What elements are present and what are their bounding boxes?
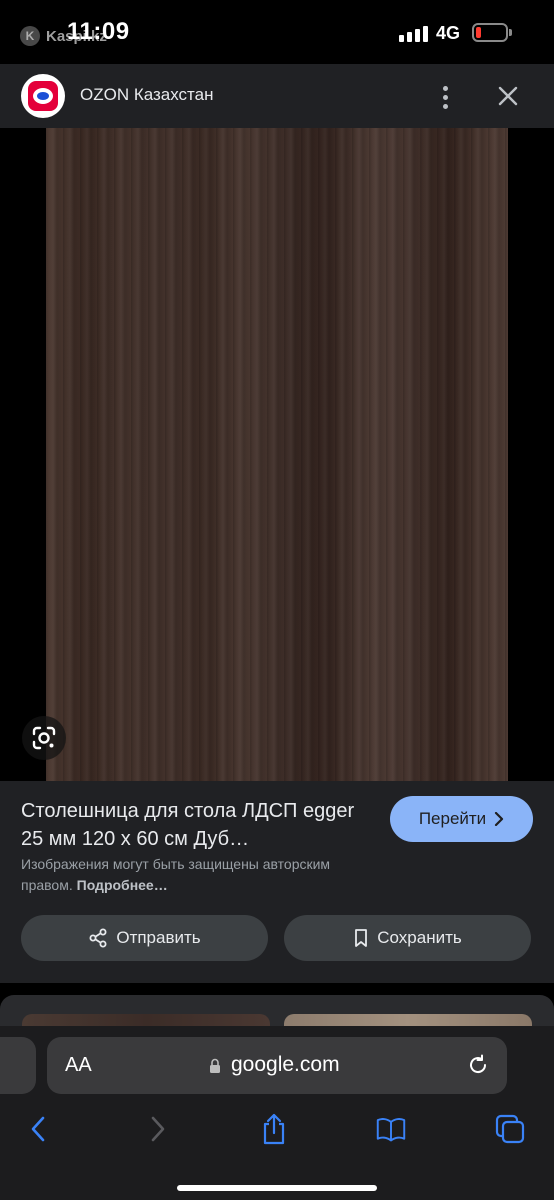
url-text[interactable]: google.com — [231, 1053, 340, 1077]
clock: 11:09 — [67, 18, 130, 45]
share-page-button[interactable] — [259, 1113, 289, 1145]
home-indicator[interactable] — [177, 1185, 377, 1191]
save-button[interactable]: Сохранить — [284, 915, 531, 961]
visit-button[interactable]: Перейти — [390, 796, 533, 842]
share-button[interactable]: Отправить — [21, 915, 268, 961]
copyright-notice: Изображения могут быть защищены авторски… — [21, 854, 381, 896]
chevron-right-icon — [151, 1116, 165, 1142]
visit-button-label: Перейти — [418, 809, 487, 828]
battery-tip — [509, 29, 512, 36]
learn-more-link[interactable]: Подробнее… — [77, 877, 168, 893]
previous-tab-bar[interactable] — [0, 1037, 36, 1094]
aa-label: AA — [65, 1054, 92, 1076]
more-options-button[interactable] — [430, 82, 460, 112]
ozon-logo-icon[interactable] — [21, 74, 65, 118]
battery-icon — [472, 23, 508, 42]
book-icon — [376, 1118, 406, 1142]
google-lens-button[interactable] — [22, 716, 66, 760]
source-title[interactable]: OZON Казахстан — [80, 85, 214, 105]
lock-icon — [210, 1058, 220, 1073]
chevron-left-icon — [31, 1116, 45, 1142]
back-button[interactable] — [23, 1114, 53, 1144]
tabs-button[interactable] — [495, 1114, 525, 1144]
share-icon — [89, 928, 107, 948]
result-info-panel: Столешница для стола ЛДСП egger 25 мм 12… — [0, 781, 554, 983]
copyright-text: Изображения могут быть защищены авторски… — [21, 856, 331, 893]
reload-icon[interactable] — [466, 1053, 490, 1077]
back-app-icon: K — [20, 26, 40, 46]
signal-strength-icon — [399, 26, 428, 42]
network-type: 4G — [436, 23, 461, 43]
address-bar[interactable]: AA google.com — [47, 1037, 507, 1094]
bookmark-icon — [355, 929, 368, 947]
page-settings-button[interactable]: AA — [65, 1054, 92, 1077]
share-up-icon — [263, 1113, 285, 1145]
source-header: OZON Казахстан — [0, 64, 554, 128]
chevron-right-icon — [495, 812, 504, 826]
google-lens-icon — [32, 726, 56, 750]
image-preview-area — [0, 128, 554, 781]
tabs-icon — [495, 1114, 525, 1144]
status-bar: K Kaspi.kz 11:09 4G — [0, 0, 554, 64]
browser-toolbar: AA google.com — [0, 1026, 554, 1200]
share-button-label: Отправить — [116, 928, 201, 947]
bookmarks-button[interactable] — [376, 1114, 406, 1144]
product-title[interactable]: Столешница для стола ЛДСП egger 25 мм 12… — [21, 797, 371, 853]
forward-button[interactable] — [143, 1114, 173, 1144]
save-button-label: Сохранить — [377, 928, 462, 947]
close-icon[interactable] — [493, 81, 523, 111]
product-image[interactable] — [46, 128, 508, 781]
